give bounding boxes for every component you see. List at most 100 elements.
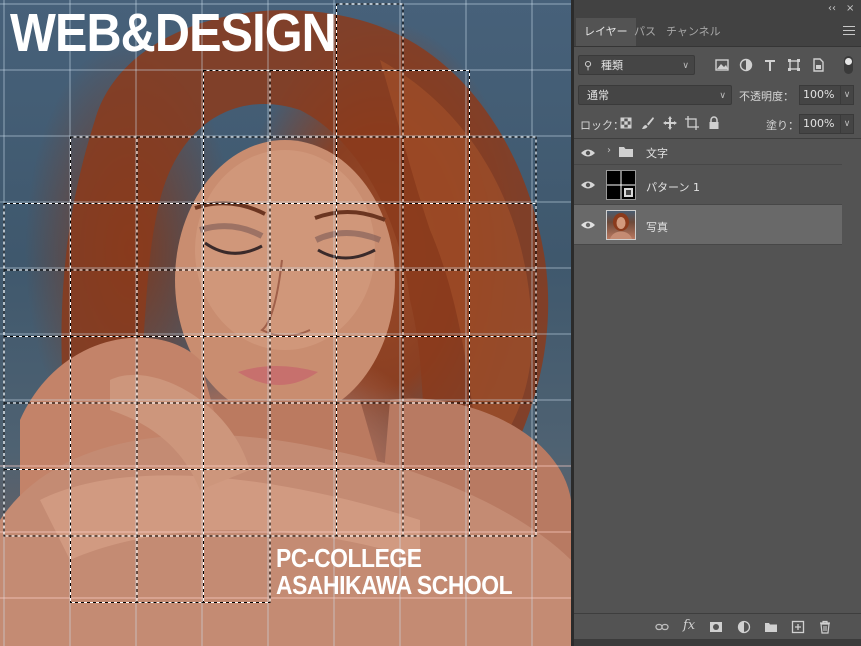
new-group-icon[interactable]: [764, 620, 778, 634]
new-layer-icon[interactable]: [791, 620, 805, 634]
marquee-cell: [402, 70, 470, 138]
marquee-cell: [469, 402, 537, 470]
marquee-cell: [402, 136, 470, 204]
layer-row-photo[interactable]: 写真: [574, 205, 842, 245]
adjustment-filter-icon[interactable]: [738, 57, 754, 73]
marquee-cell: [70, 402, 138, 470]
marquee-cell: [336, 269, 404, 337]
marquee-cell: [402, 70, 470, 138]
marquee-cell: [136, 269, 204, 337]
marquee-cell: [70, 336, 138, 404]
marquee-cell: [336, 70, 404, 138]
canvas-logo-text: WEB&DESIGN: [10, 3, 337, 63]
opacity-label: 不透明度：: [739, 90, 794, 103]
pattern-layer-thumbnail: [606, 170, 636, 200]
marquee-cell: [269, 336, 337, 404]
photo-layer-thumbnail: [606, 210, 636, 240]
marquee-cell: [70, 535, 138, 603]
marquee-cell: [469, 136, 537, 204]
marquee-cell: [269, 269, 337, 337]
blend-mode-dropdown[interactable]: 通常 ∨: [578, 85, 732, 105]
collapse-panel-icon[interactable]: ‹‹: [828, 3, 836, 14]
marquee-cell: [269, 336, 337, 404]
expand-chevron-icon[interactable]: ›: [607, 145, 611, 156]
marquee-cell: [269, 203, 337, 271]
marquee-cell: [136, 535, 204, 603]
marquee-cell: [3, 269, 71, 337]
marquee-cell: [203, 336, 271, 404]
marquee-cell: [70, 136, 138, 204]
marquee-cell: [70, 203, 138, 271]
add-mask-icon[interactable]: [709, 620, 723, 634]
marquee-cell: [269, 402, 337, 470]
marquee-cell: [203, 136, 271, 204]
opacity-input[interactable]: 100%: [799, 85, 841, 105]
folder-icon: [619, 147, 633, 157]
visibility-eye-icon[interactable]: [580, 179, 596, 191]
layer-row-text-group[interactable]: › 文字: [574, 139, 842, 165]
lock-position-icon[interactable]: [662, 115, 678, 131]
filter-toggle-switch[interactable]: [844, 56, 853, 74]
marquee-cell: [336, 203, 404, 271]
marquee-cell: [402, 402, 470, 470]
marquee-cell: [136, 136, 204, 204]
marquee-cell: [336, 336, 404, 404]
visibility-eye-icon[interactable]: [580, 147, 596, 159]
marquee-cell: [203, 469, 271, 537]
marquee-cell: [203, 269, 271, 337]
marquee-cell: [203, 535, 271, 603]
search-icon: ⚲: [584, 59, 593, 72]
marquee-cell: [402, 336, 470, 404]
canvas-caption-line1: PC-COLLEGE: [276, 543, 422, 573]
fill-input[interactable]: 100%: [799, 114, 841, 134]
layer-row-pattern[interactable]: パターン 1: [574, 165, 842, 205]
shape-filter-icon[interactable]: [786, 57, 802, 73]
marquee-cell: [203, 535, 271, 603]
lock-image-pixels-icon[interactable]: [640, 115, 656, 131]
marquee-cell: [269, 269, 337, 337]
marquee-cell: [3, 336, 71, 404]
marquee-cell: [70, 469, 138, 537]
marquee-cell: [3, 203, 71, 271]
marquee-cell: [3, 469, 71, 537]
image-filter-icon[interactable]: [714, 57, 730, 73]
marquee-cell: [336, 269, 404, 337]
marquee-cell: [203, 203, 271, 271]
marquee-cell: [469, 269, 537, 337]
link-layers-icon[interactable]: [655, 620, 669, 634]
marquee-cell: [469, 269, 537, 337]
marquee-cell: [136, 402, 204, 470]
fx-icon[interactable]: fx: [683, 618, 695, 633]
marquee-cell: [402, 469, 470, 537]
fill-chevron-icon[interactable]: ∨: [840, 114, 854, 134]
pattern-grid-glyph: [607, 171, 635, 199]
marquee-cell: [203, 269, 271, 337]
layer-name: 文字: [646, 147, 668, 160]
marquee-cell: [336, 136, 404, 204]
layer-filter-dropdown[interactable]: ⚲ 種類 ∨: [578, 55, 695, 75]
marquee-cell: [469, 469, 537, 537]
smart-object-filter-icon[interactable]: [810, 57, 826, 73]
tab-channels[interactable]: チャンネル: [658, 18, 729, 46]
photo-thumbnail-glyph: [610, 213, 632, 239]
lock-artboard-icon[interactable]: [684, 115, 700, 131]
type-filter-icon[interactable]: [762, 57, 778, 73]
chevron-down-icon: ∨: [682, 61, 689, 71]
lock-transparent-pixels-icon[interactable]: [618, 115, 634, 131]
layers-scrollbar[interactable]: [844, 139, 861, 613]
panel-menu-icon[interactable]: [843, 26, 855, 38]
lock-all-icon[interactable]: [706, 115, 722, 131]
opacity-chevron-icon[interactable]: ∨: [840, 85, 854, 105]
close-panel-icon[interactable]: ×: [846, 3, 854, 14]
document-canvas[interactable]: WEB&DESIGN PC-COLLEGE ASAHIKAWA SCHOOL: [0, 0, 571, 646]
marquee-cell: [269, 469, 337, 537]
delete-layer-icon[interactable]: [818, 620, 832, 634]
marquee-cell: [203, 203, 271, 271]
marquee-cell: [136, 535, 204, 603]
blend-mode-value: 通常: [587, 89, 609, 102]
marquee-cell: [3, 269, 71, 337]
marquee-cell: [269, 203, 337, 271]
filter-kind-label: 種類: [601, 59, 623, 72]
visibility-eye-icon[interactable]: [580, 219, 596, 231]
adjustment-layer-icon[interactable]: [737, 620, 751, 634]
